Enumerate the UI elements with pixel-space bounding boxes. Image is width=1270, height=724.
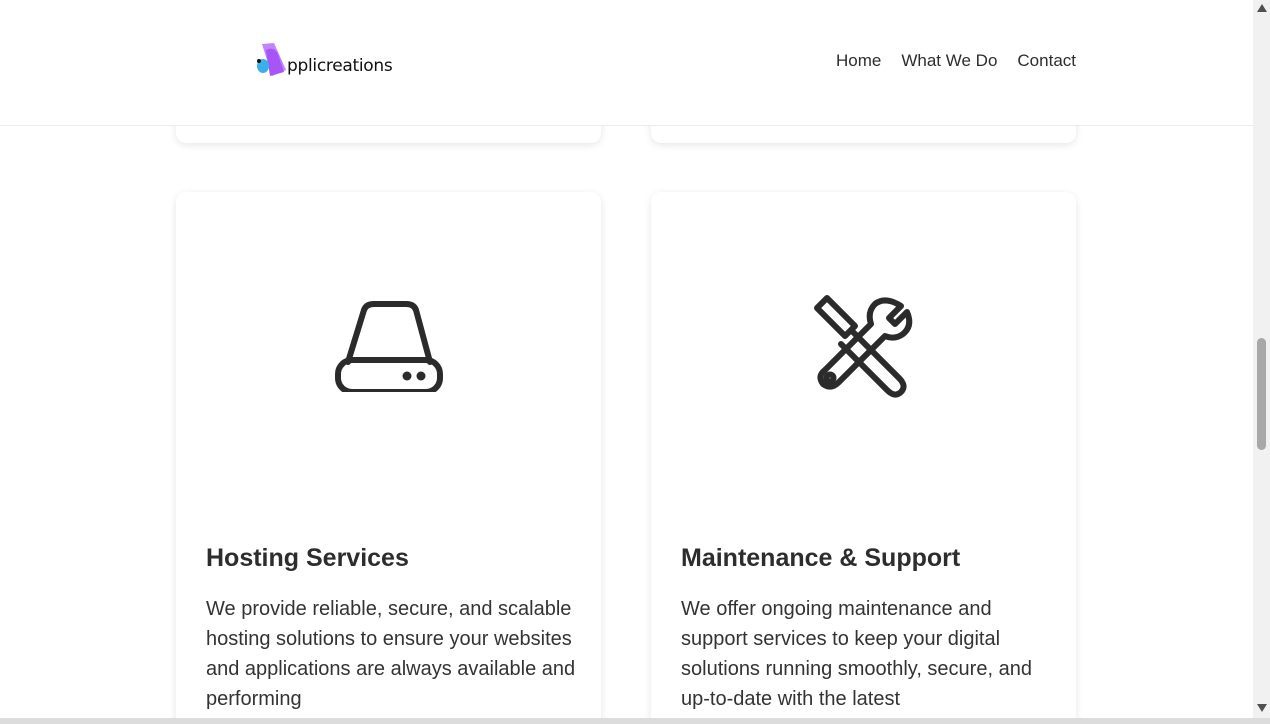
service-title: Maintenance & Support bbox=[681, 544, 961, 572]
nav-home[interactable]: Home bbox=[836, 50, 881, 72]
scroll-up-arrow-icon[interactable] bbox=[1257, 4, 1267, 12]
service-title: Hosting Services bbox=[206, 544, 409, 572]
vertical-scrollbar[interactable] bbox=[1253, 0, 1270, 718]
service-description: We provide reliable, secure, and scalabl… bbox=[206, 598, 576, 710]
horizontal-scrollbar[interactable] bbox=[0, 718, 1270, 724]
site-header: pplicreations Home What We Do Contact bbox=[0, 0, 1253, 126]
nav-what-we-do[interactable]: What We Do bbox=[901, 50, 997, 72]
scroll-down-arrow-icon[interactable] bbox=[1257, 704, 1267, 712]
service-description: We offer ongoing maintenance and support… bbox=[681, 598, 1032, 710]
tools-icon bbox=[813, 295, 912, 398]
service-card-hosting: Hosting Services We provide reliable, se… bbox=[176, 192, 601, 718]
brand-name: pplicreations bbox=[287, 56, 393, 76]
scrollbar-thumb[interactable] bbox=[1257, 338, 1266, 450]
service-card-maintenance: Maintenance & Support We offer ongoing m… bbox=[651, 192, 1076, 718]
nav-contact[interactable]: Contact bbox=[1017, 50, 1076, 72]
main-nav: Home What We Do Contact bbox=[836, 50, 1076, 72]
server-drive-icon bbox=[334, 301, 443, 392]
page-viewport: pplicreations Home What We Do Contact Ho… bbox=[0, 0, 1253, 718]
